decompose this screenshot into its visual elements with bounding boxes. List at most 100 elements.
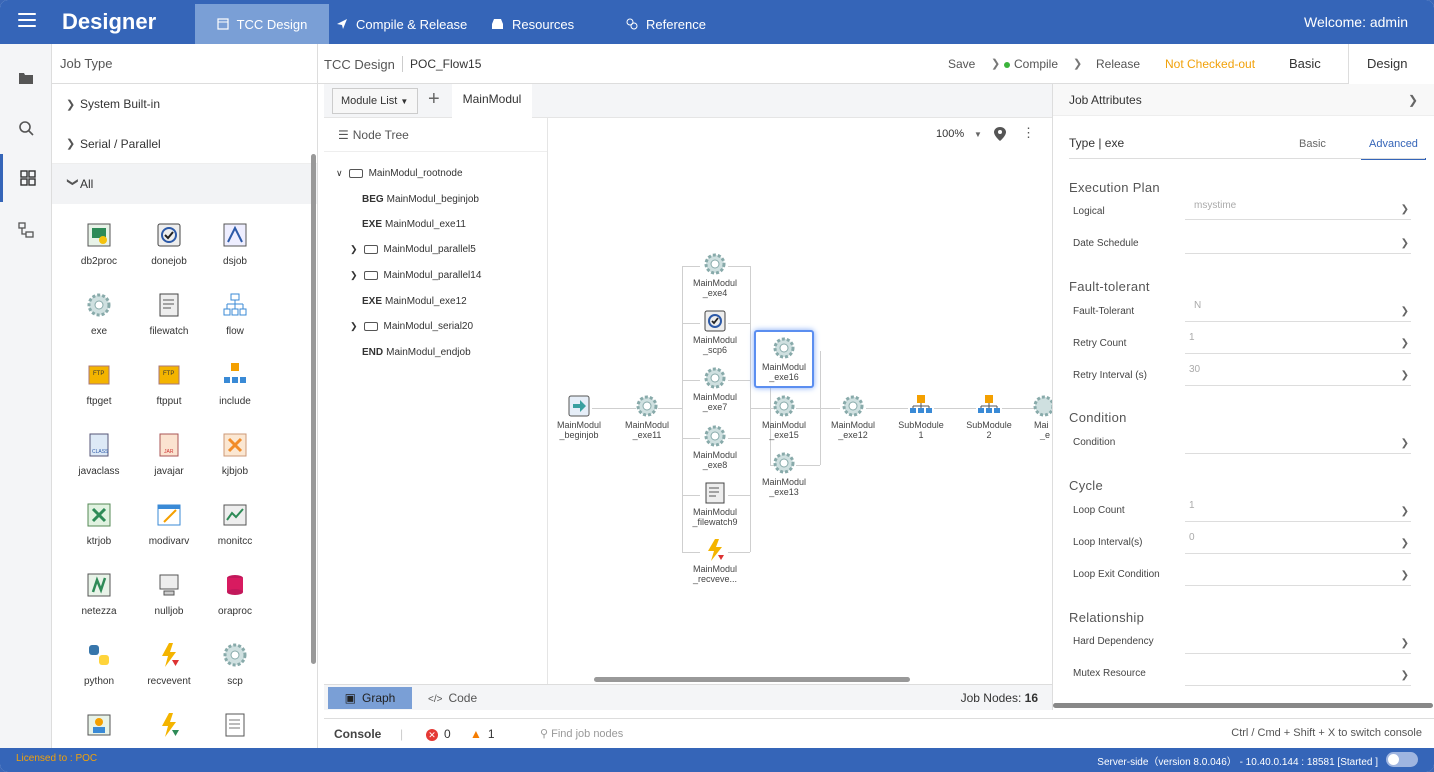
add-tab-button[interactable]: + [428,88,440,111]
job-type-scrollbar[interactable] [311,154,316,664]
tree-item-parallel5[interactable]: ❯ MainModul_parallel5 [350,244,476,255]
graph-node-truncated[interactable]: Mai _e [1026,394,1052,440]
tree-label: MainModul_exe12 [385,296,467,307]
graph-node-exe15[interactable]: MainModul _exe15 [753,394,815,440]
job-type-nulljob[interactable]: nulljob [134,572,204,617]
attributes-scrollbar[interactable] [1053,703,1433,708]
tree-item-exe12[interactable]: EXE MainModul_exe12 [362,296,467,307]
tree-item-exe11[interactable]: EXE MainModul_exe11 [362,219,466,230]
tab-basic[interactable]: Basic [1289,44,1321,84]
graph-node-exe7[interactable]: MainModul _exe7 [684,366,746,412]
chevron-right-icon[interactable]: ❯ [1408,84,1418,116]
tree-item-parallel14[interactable]: ❯ MainModul_parallel14 [350,270,481,281]
graph-horizontal-scrollbar[interactable] [594,677,910,682]
job-type-python[interactable]: python [64,642,134,687]
graph-node-exe16-selected[interactable]: MainModul _exe16 [754,330,814,388]
warning-count[interactable]: ▲ 1 [470,727,495,741]
tree-item-beginjob[interactable]: BEG MainModul_beginjob [362,194,479,205]
loop-interval-field[interactable]: 0 ❯ [1185,532,1411,554]
group-all[interactable]: ❯ All [52,164,317,204]
graph-node-submodule1[interactable]: SubModule 1 [890,394,952,440]
nav-resources[interactable]: Resources [479,4,586,44]
graph-node-exe11[interactable]: MainModul _exe11 [616,394,678,440]
tab-attr-advanced[interactable]: Advanced [1361,138,1426,160]
condition-field[interactable]: ❯ [1185,432,1411,454]
graph-node-scp6[interactable]: MainModul _scp6 [684,309,746,355]
nav-reference[interactable]: Reference [614,4,718,44]
job-type-filewatch[interactable]: filewatch [134,292,204,337]
retry-interval-field[interactable]: 30 ❯ [1185,364,1411,386]
search-icon[interactable] [0,104,52,152]
job-type-netezza[interactable]: netezza [64,572,134,617]
job-type-ftpget[interactable]: FTP ftpget [64,362,134,407]
graph-node-filewatch9[interactable]: MainModul _filewatch9 [684,481,746,527]
job-type-javajar[interactable]: JAR javajar [134,432,204,477]
job-type-donejob[interactable]: donejob [134,222,204,267]
nav-compile-release[interactable]: Compile & Release [324,4,479,44]
job-type-dsjob[interactable]: dsjob [200,222,270,267]
graph-node-exe12[interactable]: MainModul _exe12 [822,394,884,440]
job-type-recvevent[interactable]: recvevent [134,642,204,687]
graph-view-button[interactable]: ▣ Graph [328,687,412,709]
find-nodes-field[interactable]: ⚲ Find job nodes [540,727,623,740]
graph-node-exe13[interactable]: MainModul _exe13 [753,451,815,497]
hierarchy-icon[interactable] [0,206,52,254]
job-type-modivarv[interactable]: modivarv [134,502,204,547]
job-type-partial[interactable] [134,712,204,746]
date-schedule-field[interactable]: ❯ [1185,232,1411,254]
module-list-dropdown[interactable]: Module List ▼ [332,88,418,114]
tree-item-endjob[interactable]: END MainModul_endjob [362,347,471,358]
compile-button[interactable]: Compile [1004,57,1058,71]
tab-design[interactable]: Design [1348,44,1434,84]
caret-down-icon[interactable]: ▼ [974,130,982,139]
nav-tcc-design[interactable]: TCC Design [195,4,329,44]
graph-node-submodule2[interactable]: SubModule 2 [958,394,1020,440]
folder-icon[interactable] [0,54,52,102]
server-toggle[interactable] [1386,752,1418,767]
hard-dependency-field[interactable]: ❯ [1185,632,1411,654]
tree-item-serial20[interactable]: ❯ MainModul_serial20 [350,321,473,332]
job-type-ktrjob[interactable]: ktrjob [64,502,134,547]
release-button[interactable]: Release [1096,57,1140,71]
job-type-flow[interactable]: flow [200,292,270,337]
job-type-partial[interactable] [64,712,134,746]
job-type-kjbjob[interactable]: kjbjob [200,432,270,477]
location-pin-icon[interactable] [994,127,1006,141]
job-type-db2proc[interactable]: db2proc [64,222,134,267]
tab-attr-basic[interactable]: Basic [1299,138,1326,150]
job-type-exe[interactable]: exe [64,292,134,337]
more-options-icon[interactable]: ⋮ [1022,126,1035,140]
components-icon[interactable] [0,154,52,202]
hamburger-menu-icon[interactable] [18,13,36,29]
tree-item-rootnode[interactable]: ∨ MainModul_rootnode [336,168,463,179]
job-type-include[interactable]: include [200,362,270,407]
flow-graph-canvas[interactable]: 100% ▼ ⋮ MainModul _beginjob MainModul _… [548,118,1052,684]
job-type-scp[interactable]: scp [200,642,270,687]
welcome-user[interactable]: Welcome: admin [1304,14,1408,30]
fault-tolerant-field[interactable]: N ❯ [1185,300,1411,322]
graph-node-recvevent[interactable]: MainModul _recveve... [684,538,746,584]
console-toggle[interactable]: Console [334,727,381,741]
loop-count-field[interactable]: 1 ❯ [1185,500,1411,522]
tab-mainmodul[interactable]: MainModul [452,84,532,118]
job-type-ftpput[interactable]: FTP ftpput [134,362,204,407]
graph-node-exe8[interactable]: MainModul _exe8 [684,424,746,470]
job-type-oraproc[interactable]: oraproc [200,572,270,617]
save-button[interactable]: Save [948,57,975,71]
job-type-javaclass[interactable]: CLASS javaclass [64,432,134,477]
group-serial-parallel[interactable]: ❯ Serial / Parallel [52,124,317,164]
loop-exit-condition-field[interactable]: ❯ [1185,564,1411,586]
code-view-button[interactable]: </> Code [428,687,498,709]
group-system-builtin[interactable]: ❯ System Built-in [52,84,317,124]
graph-node-exe4[interactable]: MainModul _exe4 [684,252,746,298]
logical-field[interactable]: msystime ❯ [1185,198,1411,220]
job-type-partial[interactable] [200,712,270,746]
graph-node-beginjob[interactable]: MainModul _beginjob [548,394,610,440]
retry-count-field[interactable]: 1 ❯ [1185,332,1411,354]
mutex-resource-field[interactable]: ❯ [1185,664,1411,686]
filewatch-icon [705,482,725,504]
zoom-level[interactable]: 100% [936,128,964,140]
job-type-monitcc[interactable]: monitcc [200,502,270,547]
attributes-header[interactable]: Job Attributes ❯ [1053,84,1434,116]
error-count[interactable]: ✕ 0 [426,727,451,741]
